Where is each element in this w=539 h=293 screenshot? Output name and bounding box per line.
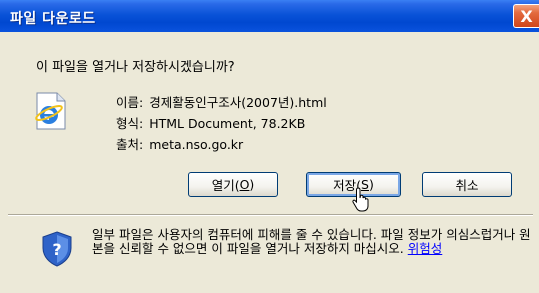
cancel-button-label: 취소 [455, 178, 479, 193]
file-source-row: 출처: meta.nso.go.kr [116, 134, 243, 153]
title-bar[interactable]: 파일 다운로드 X [0, 0, 539, 32]
file-name-row: 이름: 경제활동인구조사(2007년).html [116, 92, 327, 111]
open-button-key: O [239, 177, 250, 192]
file-source-value: meta.nso.go.kr [149, 137, 244, 152]
security-warning-text: 일부 파일은 사용자의 컴퓨터에 피해를 줄 수 있습니다. 파일 정보가 의심… [92, 227, 531, 256]
file-source-label: 출처: [116, 137, 144, 152]
file-download-dialog: 파일 다운로드 X 이 파일을 열거나 저장하시겠습니까? 이름: 경제활동인구조… [0, 0, 539, 293]
open-button-suffix: ) [249, 177, 255, 192]
divider [8, 214, 533, 216]
open-button[interactable]: 열기(O) [188, 172, 278, 197]
close-button[interactable]: X [513, 4, 539, 28]
file-type-row: 형식: HTML Document, 78.2KB [116, 113, 305, 132]
file-name-label: 이름: [116, 95, 144, 110]
risk-link[interactable]: 위험성 [408, 241, 443, 256]
dialog-question: 이 파일을 열거나 저장하시겠습니까? [36, 60, 235, 75]
cancel-button[interactable]: 취소 [422, 172, 512, 197]
ie-document-icon [35, 92, 66, 130]
file-type-label: 형식: [116, 116, 144, 131]
file-type-value: HTML Document, 78.2KB [149, 116, 306, 131]
open-button-prefix: 열기( [211, 178, 240, 193]
security-warning: 일부 파일은 사용자의 컴퓨터에 피해를 줄 수 있습니다. 파일 정보가 의심… [92, 228, 532, 256]
svg-text:?: ? [52, 240, 61, 259]
hand-cursor-icon [352, 187, 369, 212]
close-icon: X [520, 6, 533, 26]
security-shield-icon: ? [42, 231, 72, 267]
file-name-value: 경제활동인구조사(2007년).html [149, 95, 327, 110]
window-title: 파일 다운로드 [10, 11, 96, 27]
